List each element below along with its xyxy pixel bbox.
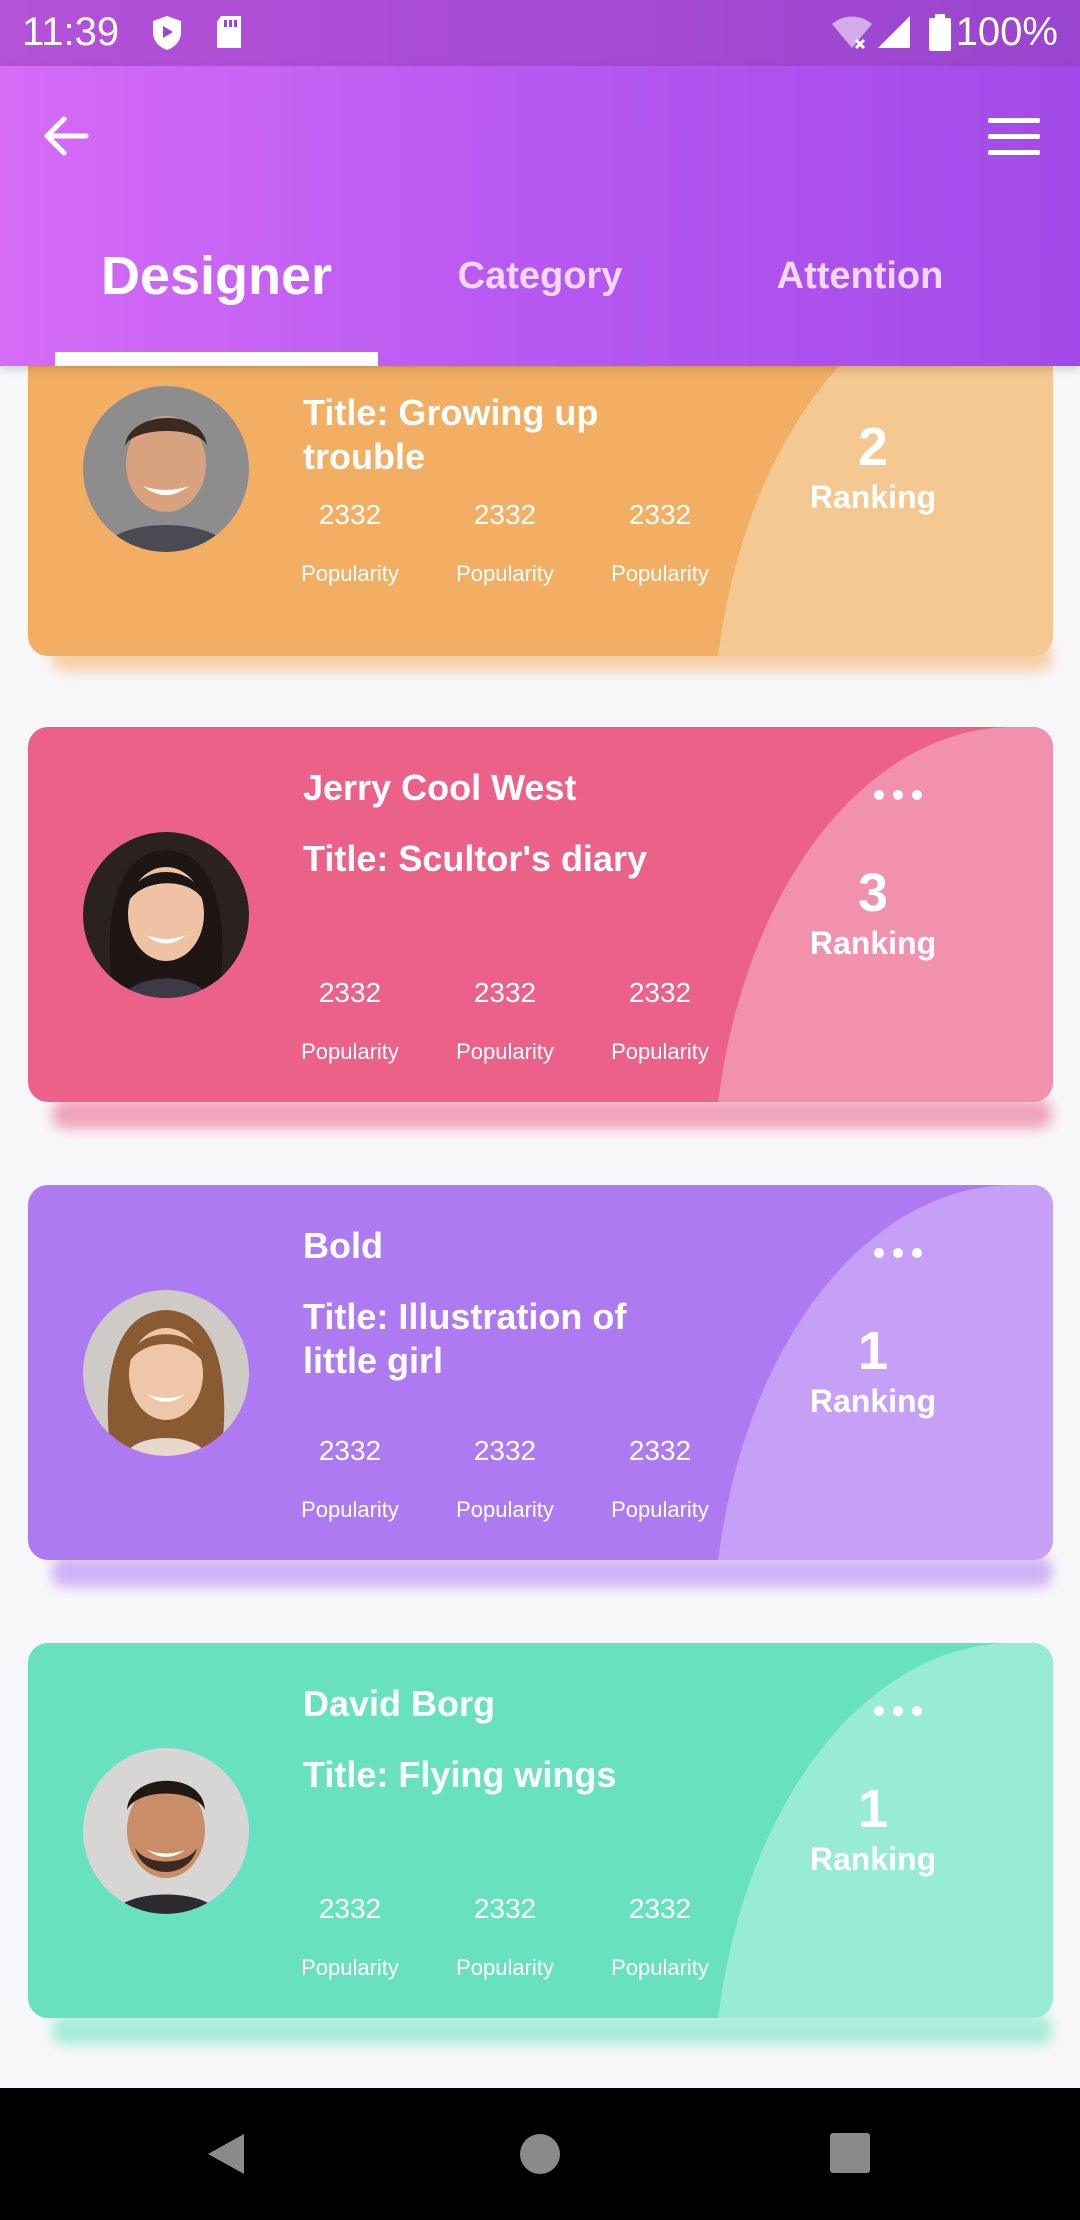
ranking-number: 2 (857, 417, 889, 477)
tab-indicator (55, 352, 378, 366)
sd-card-icon (217, 16, 241, 48)
ranking-number: 3 (857, 863, 889, 923)
card-shadow (52, 2015, 1052, 2045)
hamburger-menu-icon[interactable] (984, 108, 1044, 164)
ranking-label: Ranking (809, 925, 937, 961)
card-name: Jerry Cool West (303, 767, 577, 808)
designer-card[interactable]: Title: Growing up trouble 2332 Popularity… (28, 366, 1053, 656)
card-shadow (52, 1099, 1052, 1129)
card-name: David Borg (303, 1683, 496, 1724)
designer-card[interactable]: Bold Title: Illustration of little girl … (28, 1185, 1053, 1560)
card-title: Title: Scultor's diary (303, 838, 647, 879)
stat: 2332 Popularity (611, 1893, 709, 1980)
designer-card[interactable]: David Borg Title: Flying wings 2332 Popul… (28, 1643, 1053, 2018)
more-horizontal-icon[interactable] (873, 1705, 923, 1717)
status-time: 11:39 (22, 10, 120, 54)
app-header: Designer Category Attention (0, 66, 1080, 366)
arrow-left-icon[interactable] (36, 106, 96, 166)
tab-designer[interactable]: Designer (55, 236, 378, 316)
card-title: Title: Illustration of little girl (303, 1296, 627, 1381)
avatar (83, 1748, 249, 1914)
card-name: Bold (303, 1225, 383, 1266)
battery-percent: 100% (955, 10, 1058, 54)
tab-category[interactable]: Category (400, 236, 680, 316)
ranking-label: Ranking (809, 1841, 937, 1877)
nav-recents-icon[interactable] (829, 2132, 871, 2174)
stat: 2332 Popularity (301, 1893, 399, 1980)
cell-signal-icon (878, 16, 910, 48)
shield-icon (153, 16, 181, 50)
avatar (83, 386, 249, 552)
stat: 2332 Popularity (301, 1435, 399, 1522)
stat: 2332 Popularity (611, 977, 709, 1064)
avatar (83, 832, 249, 998)
ranking-label: Ranking (809, 1383, 937, 1419)
nav-back-icon[interactable] (204, 2132, 248, 2176)
stat: 2332 Popularity (456, 977, 554, 1064)
nav-home-icon[interactable] (518, 2132, 562, 2176)
stat: 2332 Popularity (611, 499, 709, 586)
more-horizontal-icon[interactable] (873, 1247, 923, 1259)
stat: 2332 Popularity (456, 1435, 554, 1522)
stat: 2332 Popularity (456, 499, 554, 586)
stat: 2332 Popularity (611, 1435, 709, 1522)
system-nav-bar (0, 2088, 1080, 2220)
wifi-off-icon (832, 16, 872, 50)
card-shadow (52, 1557, 1052, 1587)
avatar (83, 1290, 249, 1456)
battery-icon (929, 14, 951, 51)
ranking-label: Ranking (809, 479, 937, 515)
status-bar: 11:39 100% (0, 0, 1080, 66)
stat: 2332 Popularity (456, 1893, 554, 1980)
designer-list[interactable]: Title: Growing up trouble 2332 Popularity… (0, 366, 1080, 2088)
tab-attention[interactable]: Attention (720, 236, 1000, 316)
ranking-number: 1 (857, 1779, 889, 1839)
card-title: Title: Flying wings (303, 1754, 617, 1795)
designer-card[interactable]: Jerry Cool West Title: Scultor's diary 2… (28, 727, 1053, 1102)
stat: 2332 Popularity (301, 977, 399, 1064)
more-horizontal-icon[interactable] (873, 789, 923, 801)
ranking-number: 1 (857, 1321, 889, 1381)
stat: 2332 Popularity (301, 499, 399, 586)
card-title: Title: Growing up trouble (303, 392, 599, 477)
